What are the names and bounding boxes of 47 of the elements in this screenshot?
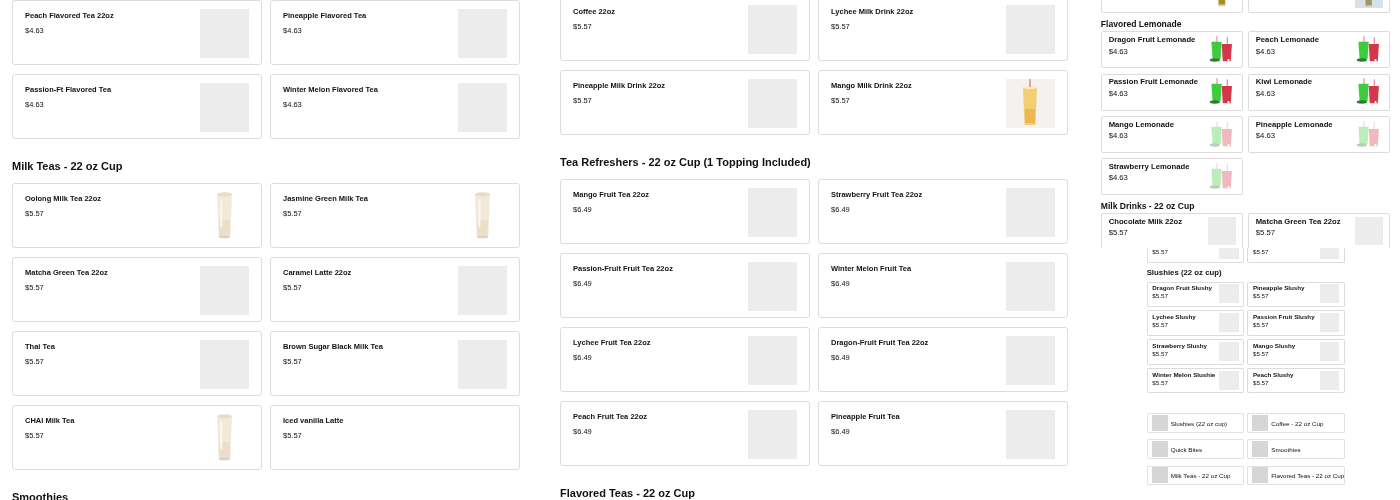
product-price: $4.63 bbox=[1108, 173, 1129, 184]
product-card[interactable]: Mango Lemonade $4.63 bbox=[1100, 115, 1244, 153]
image-placeholder bbox=[1219, 341, 1239, 361]
product-name: Peach Lemonade bbox=[1255, 35, 1319, 46]
product-card[interactable]: Strawberry Lemonade $4.63 bbox=[1100, 157, 1244, 195]
product-card[interactable]: Peach Lemonade $4.63 bbox=[1247, 31, 1391, 69]
product-name: Mango Lemonade bbox=[1108, 119, 1174, 130]
section-heading: Slushies (22 oz cup) bbox=[1146, 267, 1223, 280]
image-placeholder bbox=[1151, 441, 1168, 458]
image-placeholder bbox=[1252, 441, 1269, 458]
section-heading: Flavored Lemonade bbox=[1100, 17, 1183, 31]
product-price: $4.63 bbox=[1255, 46, 1276, 57]
image-placeholder bbox=[1219, 312, 1239, 333]
product-price: $4.63 bbox=[1108, 130, 1129, 142]
product-card[interactable]: Matcha Green Tea 22oz $5.57 bbox=[1247, 213, 1391, 248]
product-name: Pineapple Lemonade bbox=[1255, 119, 1333, 130]
section-heading: Milk Drinks - 22 oz Cup bbox=[1100, 199, 1196, 213]
product-card[interactable]: Kiwi Lemonade $4.63 bbox=[1247, 73, 1391, 111]
section-heading: Flavored Teas - 22 oz Cup bbox=[560, 486, 696, 500]
image-placeholder bbox=[1320, 284, 1340, 304]
image-placeholder bbox=[1219, 370, 1239, 390]
product-name: Dragon Fruit Lemonade bbox=[1108, 35, 1196, 46]
product-name: Chocolate Milk 22oz bbox=[1108, 216, 1183, 228]
image-placeholder bbox=[1219, 284, 1239, 304]
image-placeholder bbox=[1252, 467, 1269, 484]
product-price: $5.57 bbox=[1255, 228, 1276, 239]
product-name: Passion Fruit Lemonade bbox=[1108, 77, 1198, 88]
product-price: $4.63 bbox=[1108, 46, 1129, 57]
product-name: Strawberry Lemonade bbox=[1108, 161, 1190, 172]
product-name: Matcha Green Tea 22oz bbox=[1255, 216, 1341, 228]
image-placeholder bbox=[1151, 415, 1168, 432]
product-card[interactable]: Pineapple Lemonade $4.63 bbox=[1247, 115, 1391, 153]
image-placeholder bbox=[1320, 312, 1340, 333]
section-heading: Milk Teas - 22 oz Cup bbox=[12, 159, 124, 174]
product-card[interactable]: Dragon Fruit Lemonade $4.63 bbox=[1100, 31, 1244, 69]
section-heading: Tea Refreshers - 22 oz Cup (1 Topping Included) bbox=[560, 155, 812, 170]
product-card[interactable]: Passion Fruit Lemonade $4.63 bbox=[1100, 73, 1244, 111]
product-price: $5.57 bbox=[1108, 228, 1129, 239]
product-price: $4.63 bbox=[1255, 130, 1276, 142]
image-placeholder bbox=[1320, 341, 1340, 361]
product-name: Kiwi Lemonade bbox=[1255, 77, 1313, 88]
image-placeholder bbox=[1252, 415, 1269, 432]
product-price: $4.63 bbox=[1255, 88, 1276, 99]
product-price: $4.63 bbox=[1108, 88, 1129, 99]
product-card[interactable]: Chocolate Milk 22oz $5.57 bbox=[1100, 213, 1244, 248]
image-placeholder bbox=[1151, 467, 1168, 484]
image-placeholder bbox=[1320, 370, 1340, 390]
